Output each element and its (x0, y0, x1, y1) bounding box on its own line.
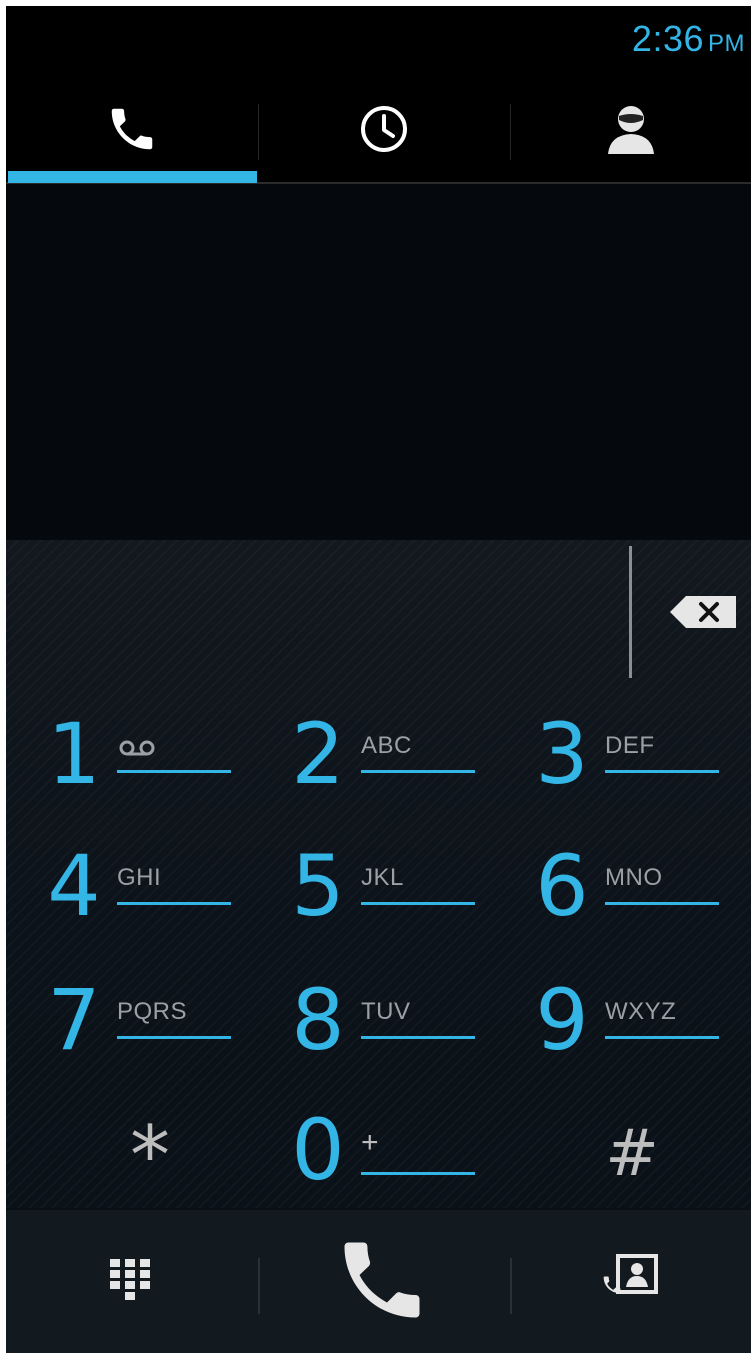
key-letters: WXYZ (605, 998, 677, 1025)
key-letters: DEF (605, 732, 655, 759)
key-letters: JKL (361, 864, 404, 891)
backspace-icon (668, 596, 738, 634)
key-underline (117, 1036, 231, 1039)
key-star[interactable]: * (44, 1100, 244, 1220)
key-underline (605, 770, 719, 773)
key-digit: 2 (291, 705, 345, 803)
key-underline (117, 770, 231, 773)
digits-input-row[interactable] (6, 540, 751, 680)
tab-dialer[interactable] (6, 78, 258, 184)
tab-selected-indicator (8, 171, 257, 183)
key-underline (361, 1036, 475, 1039)
status-bar: 2:36 PM (6, 6, 751, 78)
key-3[interactable]: 3 DEF (532, 704, 732, 824)
add-contact-button[interactable] (508, 1210, 751, 1353)
key-letters: MNO (605, 864, 663, 891)
key-letters: GHI (117, 864, 162, 891)
key-underline (117, 902, 231, 905)
tab-bar (6, 78, 751, 184)
dialpad: 1 2 ABC 3 DEF 4 GHI 5 JKL 6 MNO 7 PQRS 8… (6, 540, 751, 1208)
key-digit: 4 (47, 837, 101, 935)
tab-recent[interactable] (258, 78, 510, 184)
key-letters: ABC (361, 732, 412, 759)
key-underline (361, 1172, 475, 1175)
phone-icon (105, 102, 159, 161)
contact-card-icon (600, 1254, 660, 1311)
key-1[interactable]: 1 (44, 704, 244, 824)
key-0[interactable]: 0 + (288, 1100, 488, 1220)
key-letters: + (361, 1126, 380, 1159)
key-digit: 1 (47, 705, 101, 803)
key-underline (605, 1036, 719, 1039)
call-button[interactable] (256, 1210, 508, 1353)
digits-display (6, 184, 751, 540)
key-digit: 5 (291, 837, 345, 935)
phone-icon (332, 1230, 432, 1335)
key-digit: 9 (535, 971, 589, 1069)
text-cursor (629, 546, 632, 678)
phone-screen: 2:36 PM 1 2 ABC 3 DEF 4 GHI 5 JKL 6 MNO … (6, 6, 751, 1353)
key-2[interactable]: 2 ABC (288, 704, 488, 824)
key-digit: # (605, 1117, 659, 1191)
key-underline (361, 902, 475, 905)
action-bar (6, 1208, 751, 1353)
key-9[interactable]: 9 WXYZ (532, 970, 732, 1090)
key-digit: 6 (535, 837, 589, 935)
key-5[interactable]: 5 JKL (288, 836, 488, 956)
key-underline (361, 770, 475, 773)
key-7[interactable]: 7 PQRS (44, 970, 244, 1090)
show-dialpad-button[interactable] (6, 1210, 256, 1353)
clock-time: 2:36 (631, 18, 704, 59)
clock-icon (358, 103, 410, 160)
key-underline (605, 902, 719, 905)
key-digit: 0 (291, 1101, 345, 1199)
key-letters: PQRS (117, 998, 188, 1025)
clock-ampm: PM (708, 30, 745, 57)
key-digit: 7 (47, 971, 101, 1069)
status-clock: 2:36 PM (632, 18, 745, 60)
key-digit: * (130, 1109, 170, 1202)
key-digit: 8 (291, 971, 345, 1069)
backspace-button[interactable] (668, 594, 738, 630)
voicemail-icon (118, 739, 156, 762)
dialpad-icon (108, 1257, 154, 1308)
key-6[interactable]: 6 MNO (532, 836, 732, 956)
person-icon (604, 102, 658, 161)
tab-contacts[interactable] (510, 78, 751, 184)
key-digit: 3 (535, 705, 589, 803)
key-hash[interactable]: # (532, 1100, 732, 1220)
key-letters: TUV (361, 998, 411, 1025)
key-8[interactable]: 8 TUV (288, 970, 488, 1090)
key-4[interactable]: 4 GHI (44, 836, 244, 956)
